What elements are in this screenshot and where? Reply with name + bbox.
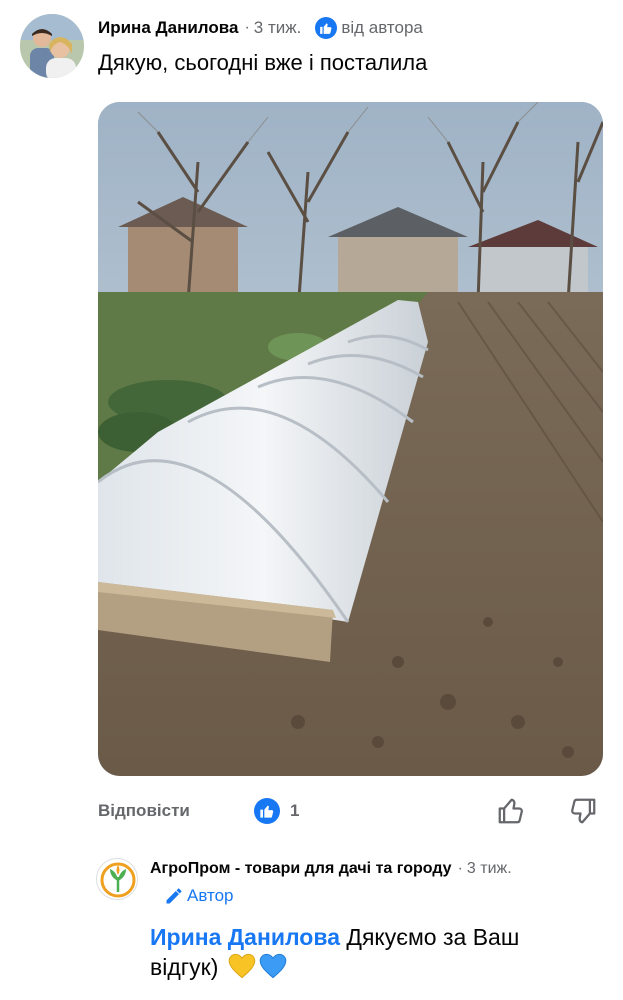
yellow-heart-icon (228, 953, 256, 986)
comment-actions: Відповісти 1 (98, 796, 603, 830)
avatar[interactable] (20, 14, 84, 78)
reply-button[interactable]: Відповісти (98, 801, 190, 821)
brand-logo-avatar[interactable] (96, 858, 138, 900)
reply-author-name[interactable]: АгроПром - товари для дачі та городу (150, 860, 452, 878)
comment-header: Ирина Данилова · 3 тиж. від автора (98, 16, 423, 40)
thumbs-down-icon[interactable] (568, 796, 598, 826)
reply-time[interactable]: 3 тиж. (467, 860, 512, 878)
author-badge-label: Автор (187, 886, 234, 905)
comment-text: Дякую, сьогодні вже і посталила (98, 50, 428, 75)
reply-header: АгроПром - товари для дачі та городу · 3… (150, 860, 512, 878)
thumbs-up-icon[interactable] (496, 796, 526, 826)
comment-author-name[interactable]: Ирина Данилова (98, 18, 238, 38)
comment-time[interactable]: 3 тиж. (254, 18, 302, 38)
reaction-number: 1 (290, 801, 300, 820)
author-badge: Автор (164, 886, 234, 906)
blue-heart-icon (259, 953, 287, 986)
mention-link[interactable]: Ирина Данилова (150, 924, 340, 950)
separator-dot: · (457, 860, 463, 877)
like-icon (315, 17, 338, 39)
like-icon (254, 798, 280, 824)
from-author-text: від автора (341, 18, 423, 37)
reply-text: Ирина Данилова Дякуємо за Ваш відгук) (150, 922, 570, 986)
from-author-label: від автора (315, 17, 423, 39)
reaction-count[interactable]: 1 (254, 798, 299, 824)
pencil-icon (164, 886, 184, 906)
separator-dot: · (244, 19, 250, 36)
comment-photo[interactable] (98, 102, 603, 776)
